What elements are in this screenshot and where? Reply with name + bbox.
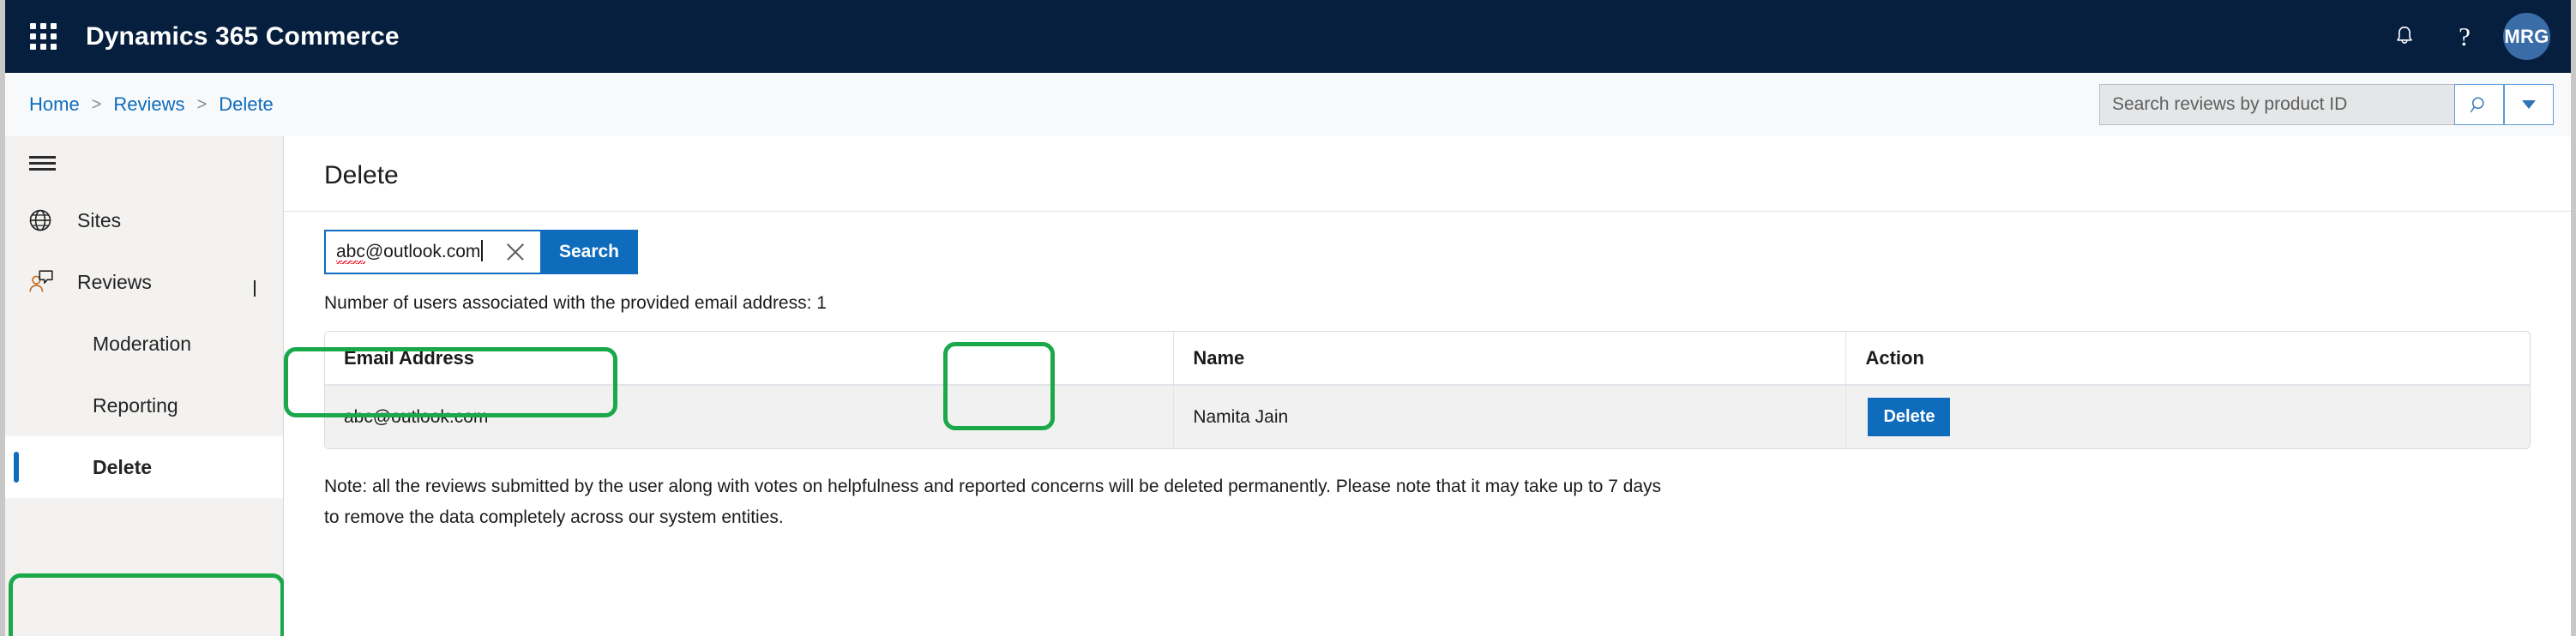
cell-action: Delete bbox=[1845, 385, 2530, 448]
breadcrumb-item-delete[interactable]: Delete bbox=[219, 93, 274, 116]
email-domain-part: @outlook.com bbox=[364, 241, 481, 261]
column-header-name: Name bbox=[1173, 332, 1846, 386]
misspelled-word: abc bbox=[336, 241, 365, 264]
result-count-text: Number of users associated with the prov… bbox=[324, 293, 827, 313]
page-body: Sites Reviews Moderation Reporting Delet… bbox=[5, 136, 2571, 636]
sidebar-item-reporting[interactable]: Reporting bbox=[5, 375, 283, 436]
table-row: abc@outlook.com Namita Jain Delete bbox=[325, 385, 2530, 448]
global-search bbox=[2099, 84, 2554, 125]
cell-email: abc@outlook.com bbox=[325, 385, 1174, 448]
global-search-input[interactable] bbox=[2099, 84, 2454, 125]
global-search-submit-button[interactable] bbox=[2454, 84, 2504, 125]
column-header-email: Email Address bbox=[325, 332, 1174, 386]
annotation-highlight-sidebar-delete bbox=[9, 573, 285, 636]
waffle-grid bbox=[29, 23, 57, 50]
sidebar-item-moderation[interactable]: Moderation bbox=[5, 313, 283, 375]
search-button[interactable]: Search bbox=[540, 230, 638, 274]
app-window: Dynamics 365 Commerce ? MRG Home > Revie… bbox=[0, 0, 2576, 636]
table-body: abc@outlook.com Namita Jain Delete bbox=[325, 385, 2530, 448]
users-table-wrapper: Email Address Name Action abc@outlook.co… bbox=[324, 331, 2531, 449]
sidebar-item-reviews[interactable]: Reviews bbox=[5, 251, 283, 313]
sidebar-subitem-label: Moderation bbox=[93, 332, 192, 355]
bell-icon bbox=[2397, 26, 2412, 44]
users-table: Email Address Name Action abc@outlook.co… bbox=[325, 332, 2530, 448]
sidebar-item-sites[interactable]: Sites bbox=[5, 189, 283, 251]
breadcrumb-separator: > bbox=[91, 94, 102, 114]
text-cursor bbox=[481, 239, 483, 261]
breadcrumb-item-home[interactable]: Home bbox=[29, 93, 80, 116]
column-header-action: Action bbox=[1845, 332, 2530, 386]
sidebar-item-label: Sites bbox=[77, 208, 122, 231]
review-person-icon bbox=[27, 268, 63, 296]
email-search-input[interactable]: abc@outlook.com bbox=[324, 230, 540, 274]
main-content: Delete abc@outlook.com Search Number of … bbox=[284, 136, 2571, 636]
breadcrumb-item-reviews[interactable]: Reviews bbox=[113, 93, 184, 116]
app-launcher-icon[interactable] bbox=[21, 15, 65, 59]
top-navigation-bar: Dynamics 365 Commerce ? MRG bbox=[5, 0, 2571, 73]
sidebar-subitem-label: Delete bbox=[93, 455, 153, 478]
title-divider bbox=[284, 211, 2571, 212]
globe-icon bbox=[27, 207, 63, 233]
sidebar-item-label: Reviews bbox=[77, 270, 152, 293]
email-search-row: abc@outlook.com Search bbox=[324, 230, 638, 274]
sidebar-toggle-button[interactable] bbox=[5, 136, 283, 189]
notifications-button[interactable] bbox=[2374, 0, 2435, 73]
sidebar: Sites Reviews Moderation Reporting Delet… bbox=[5, 136, 285, 636]
table-header: Email Address Name Action bbox=[325, 332, 2530, 386]
global-search-dropdown-button[interactable] bbox=[2504, 84, 2554, 125]
app-title: Dynamics 365 Commerce bbox=[86, 21, 400, 51]
search-icon bbox=[2470, 96, 2484, 112]
avatar[interactable]: MRG bbox=[2503, 13, 2550, 60]
top-navigation-actions: ? MRG bbox=[2374, 0, 2571, 73]
row-delete-button[interactable]: Delete bbox=[1868, 398, 1951, 436]
email-search-value: abc@outlook.com bbox=[336, 239, 483, 264]
breadcrumb-separator: > bbox=[196, 94, 208, 114]
chevron-down-icon bbox=[2522, 100, 2536, 109]
close-icon[interactable] bbox=[504, 241, 527, 263]
deletion-note: Note: all the reviews submitted by the u… bbox=[324, 477, 1662, 528]
cell-name: Namita Jain bbox=[1173, 385, 1846, 448]
breadcrumb: Home > Reviews > Delete bbox=[29, 93, 274, 116]
breadcrumb-bar: Home > Reviews > Delete bbox=[5, 73, 2571, 136]
help-button[interactable]: ? bbox=[2435, 0, 2495, 73]
sidebar-subitem-label: Reporting bbox=[93, 393, 178, 417]
help-question-icon: ? bbox=[2459, 21, 2471, 51]
sidebar-item-delete[interactable]: Delete bbox=[5, 436, 283, 498]
page-title: Delete bbox=[324, 161, 399, 189]
table-header-row: Email Address Name Action bbox=[325, 332, 2530, 386]
hamburger-icon bbox=[29, 153, 56, 174]
